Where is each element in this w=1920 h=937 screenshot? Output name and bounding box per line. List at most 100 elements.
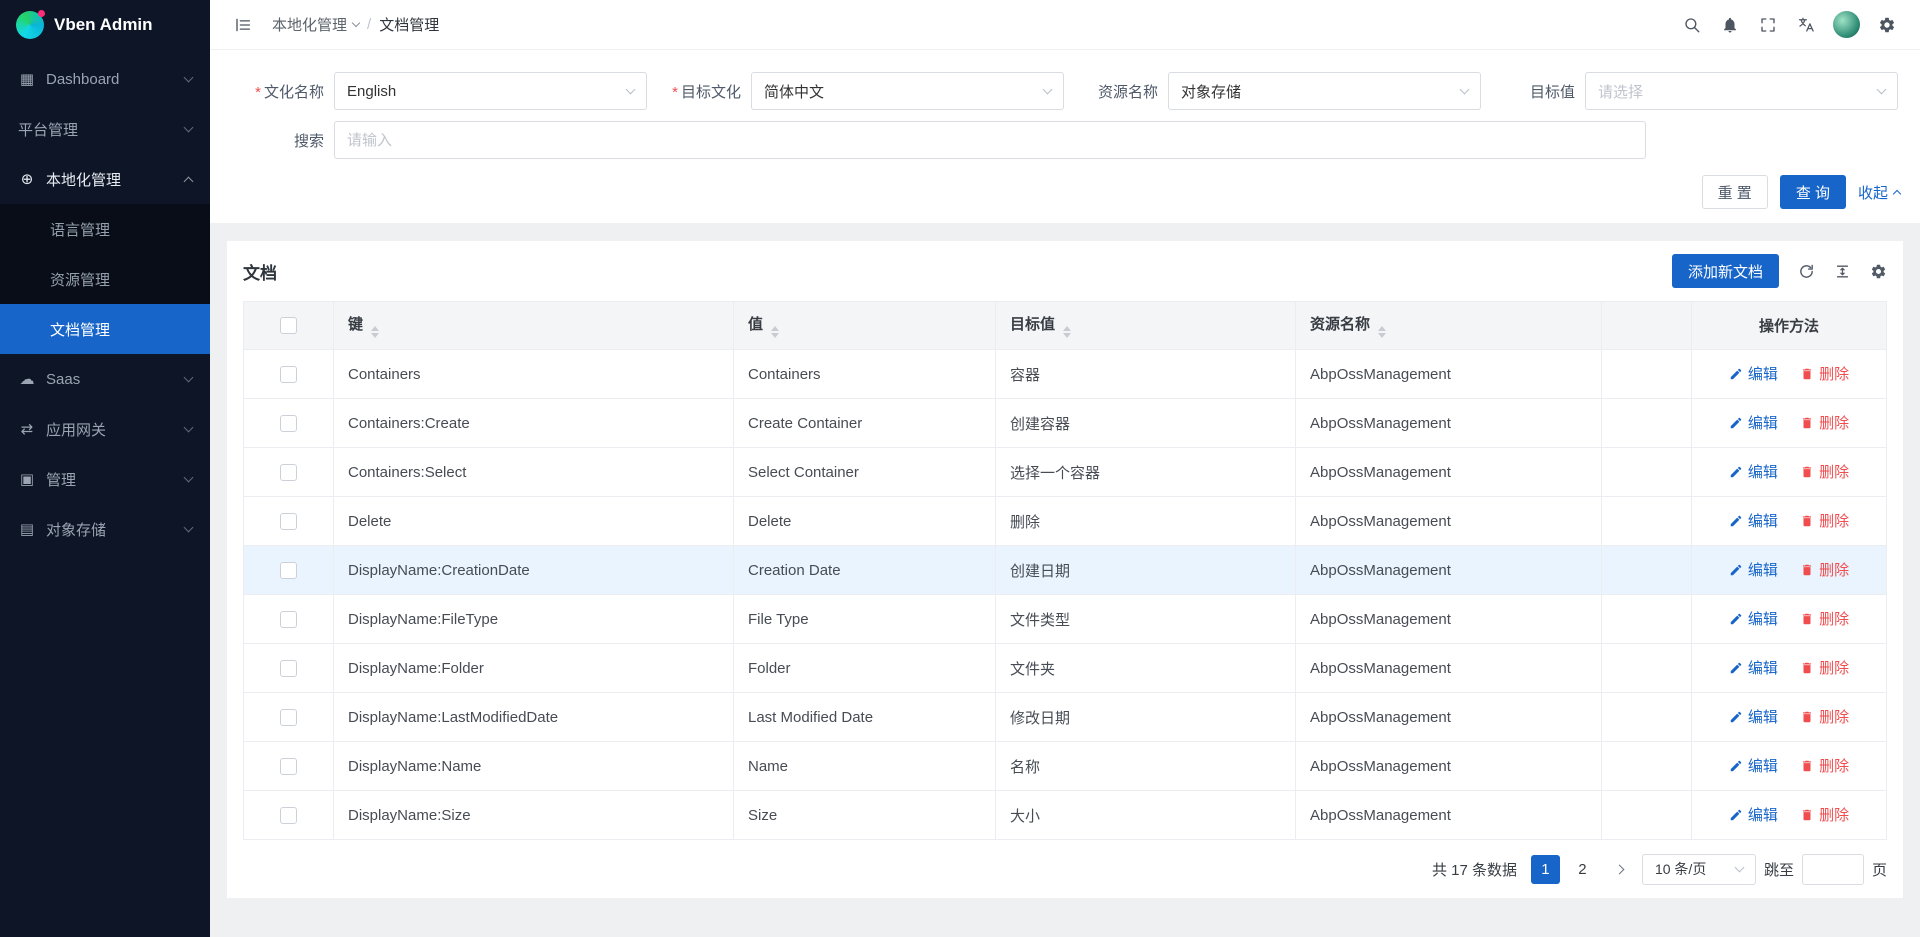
- row-checkbox[interactable]: [280, 660, 297, 677]
- jump-input[interactable]: [1802, 854, 1864, 885]
- cell-key: Containers: [334, 350, 734, 399]
- sidebar-item-saas[interactable]: ☁ Saas: [0, 354, 210, 404]
- cell-actions: 编辑 删除: [1692, 644, 1887, 693]
- column-header-key[interactable]: 键: [334, 302, 734, 350]
- delete-button[interactable]: 删除: [1800, 804, 1849, 825]
- logo[interactable]: Vben Admin: [0, 0, 210, 50]
- edit-button[interactable]: 编辑: [1729, 363, 1778, 384]
- edit-button[interactable]: 编辑: [1729, 657, 1778, 678]
- row-checkbox[interactable]: [280, 758, 297, 775]
- sidebar-item-localization[interactable]: ⊕ 本地化管理: [0, 154, 210, 204]
- next-page-button[interactable]: [1605, 855, 1634, 884]
- bell-icon[interactable]: [1713, 8, 1747, 42]
- sidebar-item-dashboard[interactable]: ▦ Dashboard: [0, 54, 210, 104]
- search-icon[interactable]: [1675, 8, 1709, 42]
- add-document-button[interactable]: 添加新文档: [1672, 254, 1779, 288]
- gear-icon[interactable]: [1870, 8, 1904, 42]
- column-header-target[interactable]: 目标值: [996, 302, 1296, 350]
- row-checkbox[interactable]: [280, 415, 297, 432]
- sidebar-subitem-language[interactable]: 语言管理: [0, 204, 210, 254]
- query-button[interactable]: 查 询: [1780, 175, 1846, 209]
- pencil-icon: [1729, 808, 1743, 822]
- culture-select-value: English: [347, 83, 396, 100]
- settings-gear-icon[interactable]: [1870, 263, 1887, 280]
- row-checkbox[interactable]: [280, 513, 297, 530]
- table-row: Delete Delete 删除 AbpOssManagement 编辑 删除: [244, 497, 1887, 546]
- storage-icon: ▤: [18, 520, 36, 538]
- sort-icons[interactable]: [771, 326, 779, 338]
- breadcrumb-parent[interactable]: 本地化管理: [272, 14, 359, 35]
- delete-button[interactable]: 删除: [1800, 363, 1849, 384]
- row-checkbox[interactable]: [280, 709, 297, 726]
- delete-button[interactable]: 删除: [1800, 412, 1849, 433]
- collapse-link[interactable]: 收起: [1858, 182, 1900, 203]
- edit-button[interactable]: 编辑: [1729, 412, 1778, 433]
- row-checkbox[interactable]: [280, 562, 297, 579]
- delete-button[interactable]: 删除: [1800, 608, 1849, 629]
- sort-icons[interactable]: [1063, 326, 1071, 338]
- column-header-resource[interactable]: 资源名称: [1296, 302, 1602, 350]
- delete-button[interactable]: 删除: [1800, 510, 1849, 531]
- row-checkbox[interactable]: [280, 807, 297, 824]
- chevron-down-icon: [184, 72, 194, 82]
- cell-target: 删除: [996, 497, 1296, 546]
- table-row: DisplayName:Size Size 大小 AbpOssManagemen…: [244, 791, 1887, 840]
- menu-fold-icon[interactable]: [226, 8, 260, 42]
- localization-icon: ⊕: [18, 170, 36, 188]
- target-culture-select[interactable]: 简体中文: [751, 72, 1064, 110]
- cell-key: DisplayName:LastModifiedDate: [334, 693, 734, 742]
- delete-button[interactable]: 删除: [1800, 657, 1849, 678]
- edit-button[interactable]: 编辑: [1729, 510, 1778, 531]
- target-value-select[interactable]: 请选择: [1585, 72, 1898, 110]
- avatar[interactable]: [1833, 11, 1860, 38]
- edit-button[interactable]: 编辑: [1729, 706, 1778, 727]
- pencil-icon: [1729, 465, 1743, 479]
- resource-select[interactable]: 对象存储: [1168, 72, 1481, 110]
- table-row: Containers Containers 容器 AbpOssManagemen…: [244, 350, 1887, 399]
- row-checkbox[interactable]: [280, 366, 297, 383]
- edit-button[interactable]: 编辑: [1729, 755, 1778, 776]
- delete-button[interactable]: 删除: [1800, 755, 1849, 776]
- sidebar-subitem-document[interactable]: 文档管理: [0, 304, 210, 354]
- chevron-down-icon: [184, 522, 194, 532]
- fullscreen-icon[interactable]: [1751, 8, 1785, 42]
- page-button-2[interactable]: 2: [1568, 855, 1597, 884]
- row-checkbox[interactable]: [280, 464, 297, 481]
- refresh-icon[interactable]: [1798, 263, 1815, 280]
- culture-select[interactable]: English: [334, 72, 647, 110]
- select-all-checkbox[interactable]: [280, 317, 297, 334]
- sidebar-item-platform[interactable]: 平台管理: [0, 104, 210, 154]
- sort-icons[interactable]: [1378, 326, 1386, 338]
- page-size-select[interactable]: 10 条/页: [1642, 854, 1756, 885]
- delete-button[interactable]: 删除: [1800, 461, 1849, 482]
- table-row: DisplayName:Name Name 名称 AbpOssManagemen…: [244, 742, 1887, 791]
- topbar-actions: [1675, 8, 1904, 42]
- sidebar-item-storage[interactable]: ▤ 对象存储: [0, 504, 210, 554]
- sidebar-item-gateway[interactable]: ⇄ 应用网关: [0, 404, 210, 454]
- edit-button[interactable]: 编辑: [1729, 461, 1778, 482]
- table-row: Containers:Create Create Container 创建容器 …: [244, 399, 1887, 448]
- breadcrumb-current: 文档管理: [379, 14, 439, 35]
- page-button-1[interactable]: 1: [1531, 855, 1560, 884]
- cell-spacer: [1602, 350, 1692, 399]
- delete-button[interactable]: 删除: [1800, 706, 1849, 727]
- app-root: Vben Admin ▦ Dashboard 平台管理 ⊕ 本地化管理 语言管理…: [0, 0, 1920, 937]
- sidebar-item-management[interactable]: ▣ 管理: [0, 454, 210, 504]
- edit-button[interactable]: 编辑: [1729, 804, 1778, 825]
- table-body: Containers Containers 容器 AbpOssManagemen…: [244, 350, 1887, 840]
- search-input[interactable]: [334, 121, 1646, 159]
- row-checkbox[interactable]: [280, 611, 297, 628]
- delete-button[interactable]: 删除: [1800, 559, 1849, 580]
- edit-button[interactable]: 编辑: [1729, 608, 1778, 629]
- resource-select-value: 对象存储: [1181, 81, 1241, 102]
- chevron-down-icon: [184, 372, 194, 382]
- edit-button[interactable]: 编辑: [1729, 559, 1778, 580]
- sidebar-subitem-resource[interactable]: 资源管理: [0, 254, 210, 304]
- column-header-value[interactable]: 值: [734, 302, 996, 350]
- translate-icon[interactable]: [1789, 8, 1823, 42]
- table-row: DisplayName:LastModifiedDate Last Modifi…: [244, 693, 1887, 742]
- reset-button[interactable]: 重 置: [1702, 175, 1768, 209]
- sort-icons[interactable]: [371, 326, 379, 338]
- target-value-placeholder: 请选择: [1598, 81, 1643, 102]
- column-height-icon[interactable]: [1834, 263, 1851, 280]
